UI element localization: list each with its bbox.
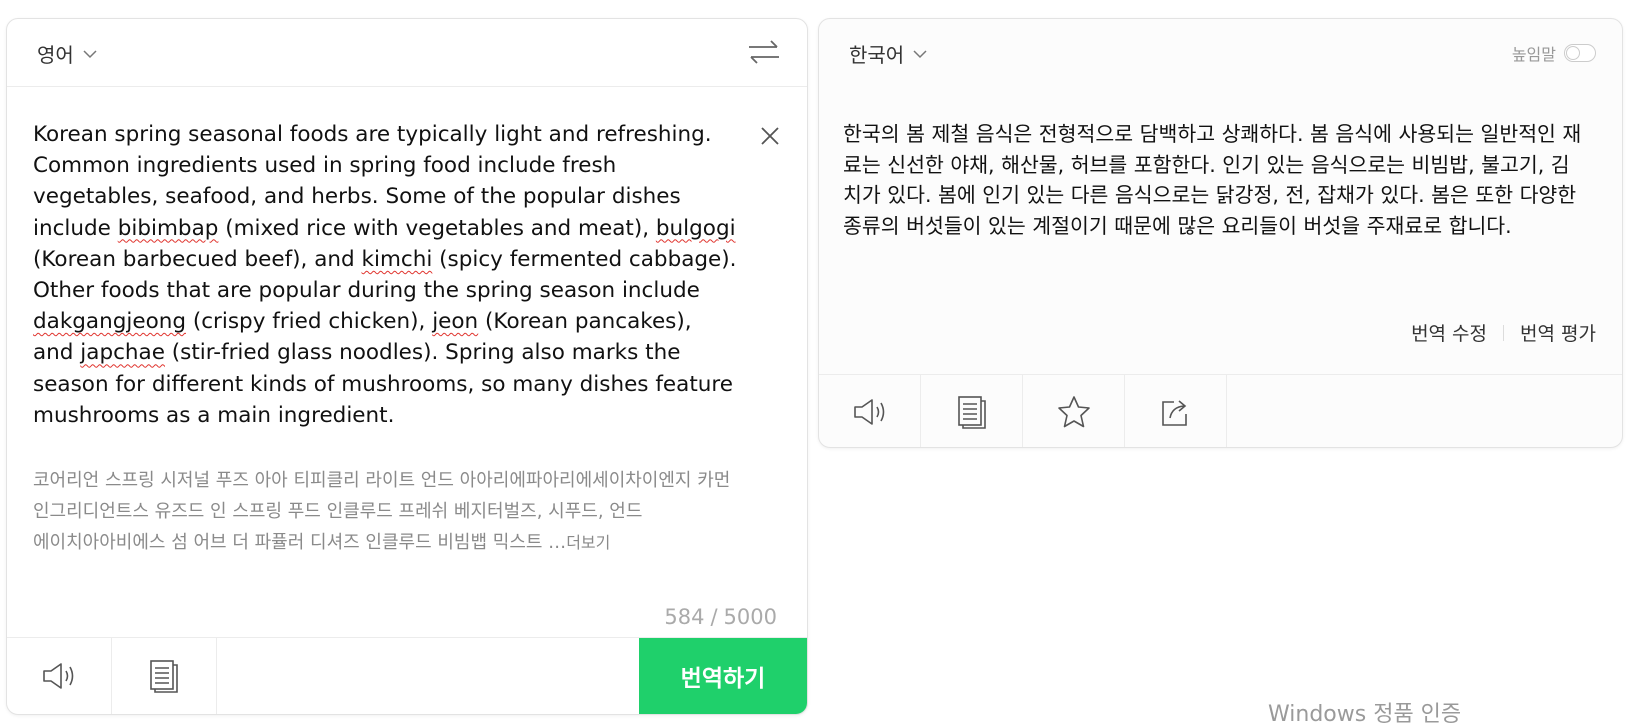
edit-translation-link[interactable]: 번역 수정 — [1411, 319, 1487, 346]
pronunciation-text: 코어리언 스프링 시저널 푸즈 아아 티피클리 라이트 언드 아아리에파아리에세… — [33, 465, 778, 558]
source-toolbar: 번역하기 — [7, 637, 807, 714]
star-icon — [1057, 396, 1090, 428]
character-count: 584/5000 — [664, 605, 777, 629]
target-language-label: 한국어 — [849, 43, 905, 67]
toggle-knob — [1566, 46, 1580, 60]
translated-text: 한국의 봄 제철 음식은 전형적으로 담백하고 상쾌하다. 봄 음식에 사용되는… — [843, 122, 1582, 238]
source-text-segment: (crispy fried chicken), — [186, 309, 433, 335]
target-panel: 한국어 높임말 한국의 봄 제철 음식은 전형적으로 담백하고 상쾌하다. 봄 … — [818, 18, 1623, 448]
char-count-value: 584 — [664, 605, 705, 629]
spellcheck-word: dakgangjeong — [33, 309, 186, 335]
source-panel: 영어 Korean spring seasonal foods are typi… — [6, 18, 808, 715]
favorite-button[interactable] — [1023, 375, 1125, 447]
spellcheck-word: bulgogi — [655, 215, 736, 241]
source-language-select[interactable]: 영어 — [37, 39, 98, 68]
chevron-down-icon — [83, 49, 97, 58]
speaker-icon — [853, 399, 884, 425]
more-link[interactable]: 더보기 — [566, 533, 610, 552]
windows-activation-watermark: Windows 정품 인증 — [1268, 702, 1462, 727]
speaker-icon — [43, 663, 74, 689]
pronunciation-content: 코어리언 스프링 시저널 푸즈 아아 티피클리 라이트 언드 아아리에파아리에세… — [33, 470, 731, 553]
listen-target-button[interactable] — [819, 375, 921, 447]
spellcheck-word: bibimbap — [117, 215, 219, 241]
chevron-down-icon — [913, 49, 927, 58]
char-max-value: 5000 — [723, 605, 777, 629]
spellcheck-word: jeon — [432, 309, 479, 335]
listen-source-button[interactable] — [7, 638, 112, 714]
translation-actions: 번역 수정 번역 평가 — [1411, 319, 1596, 346]
document-icon — [150, 660, 178, 693]
source-text-input[interactable]: Korean spring seasonal foods are typical… — [33, 119, 738, 431]
swap-languages-icon[interactable] — [747, 37, 781, 67]
honorific-toggle-group: 높임말 — [1512, 41, 1596, 65]
clear-text-icon[interactable] — [757, 123, 783, 149]
honorific-label: 높임말 — [1511, 45, 1556, 64]
spellcheck-word: japchae — [80, 340, 165, 366]
translate-button[interactable]: 번역하기 — [639, 638, 807, 714]
source-text-segment: (mixed rice with vegetables and meat), — [218, 215, 656, 241]
document-icon — [957, 396, 986, 429]
char-count-separator: / — [710, 605, 718, 629]
share-icon — [1161, 400, 1187, 426]
spellcheck-word: kimchi — [361, 246, 433, 272]
dictionary-source-button[interactable] — [112, 638, 217, 714]
target-toolbar — [819, 374, 1622, 447]
share-button[interactable] — [1125, 375, 1227, 447]
honorific-toggle[interactable] — [1564, 44, 1596, 62]
divider — [1503, 324, 1505, 341]
target-language-select[interactable]: 한국어 — [849, 39, 928, 68]
dictionary-target-button[interactable] — [921, 375, 1023, 447]
rate-translation-link[interactable]: 번역 평가 — [1520, 319, 1596, 346]
source-language-label: 영어 — [37, 43, 74, 67]
source-header: 영어 — [7, 19, 807, 87]
